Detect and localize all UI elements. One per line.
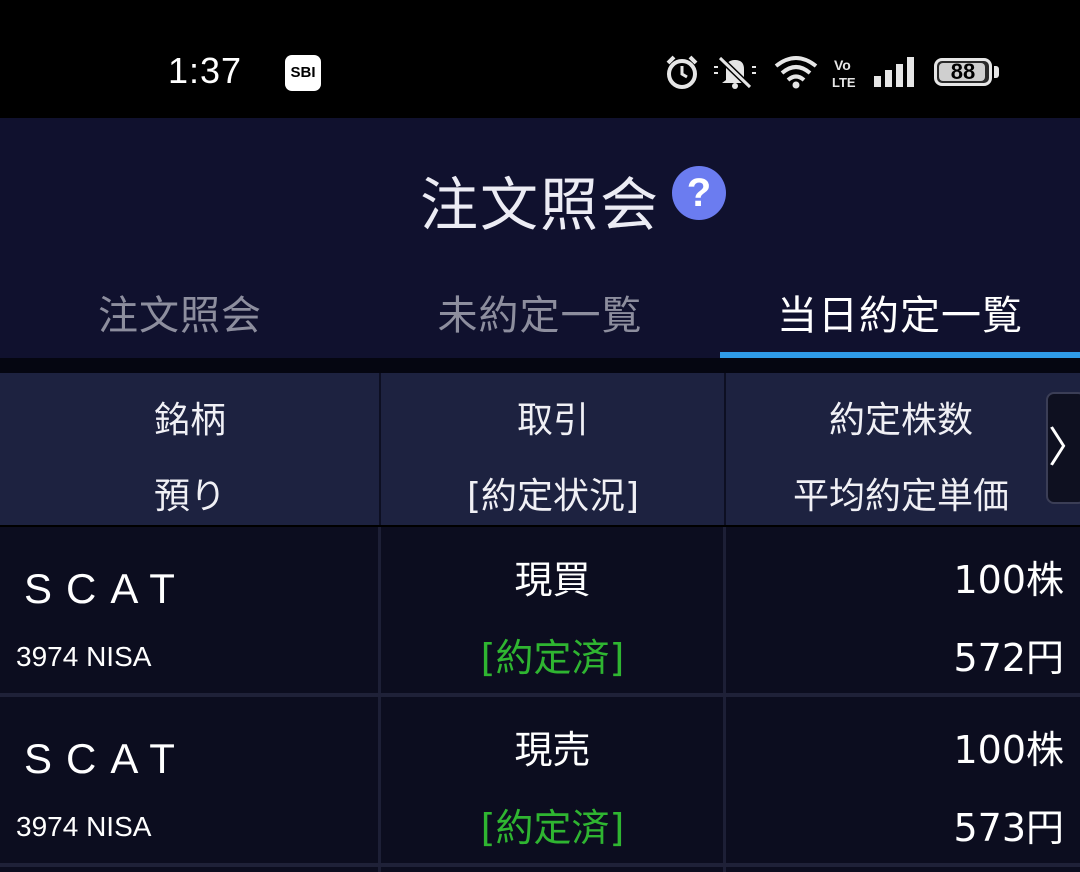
next-columns-button[interactable]: 〉 [1046, 392, 1080, 504]
tab-unexecuted-list[interactable]: 未約定一覧 [360, 278, 720, 358]
column-header-trade: 取引 [約定状況] [381, 373, 725, 525]
table-header: 銘柄 預り 取引 [約定状況] 約定株数 平均約定単価 [0, 373, 1080, 525]
cell-divider [378, 867, 381, 872]
column-header-line1: 銘柄 [153, 400, 226, 441]
column-header-quantity: 約定株数 平均約定単価 [726, 373, 1076, 525]
executed-quantity: 100株 [953, 558, 1064, 602]
column-header-line2: [約定状況] [466, 476, 640, 517]
status-time: 1:37 [168, 50, 243, 91]
table-row[interactable]: SCAT 3974 NISA 現売 [約定済] 100株 573円 [0, 697, 1080, 863]
stock-symbol: SCAT [24, 565, 189, 612]
tab-bar: 注文照会 未約定一覧 当日約定一覧 [0, 278, 1080, 358]
signal-icon [872, 56, 918, 88]
svg-text:LTE: LTE [832, 75, 856, 90]
stock-code-account: 3974 NISA [16, 811, 152, 842]
app-header: 注文照会 ? 注文照会 未約定一覧 当日約定一覧 [0, 118, 1080, 358]
execution-status: [約定済] [480, 806, 625, 850]
tab-order-inquiry[interactable]: 注文照会 [0, 278, 360, 358]
battery-icon: 88 [934, 58, 992, 86]
column-header-symbol: 銘柄 預り [0, 373, 380, 525]
execution-status: [約定済] [480, 636, 625, 680]
section-gap [0, 358, 1080, 373]
table-row-partial [0, 867, 1080, 872]
column-header-line1: 約定株数 [828, 400, 973, 441]
column-header-line1: 取引 [516, 400, 589, 441]
average-price: 573円 [953, 806, 1064, 850]
help-icon[interactable]: ? [672, 166, 726, 220]
stock-symbol: SCAT [24, 735, 189, 782]
cell-divider [723, 527, 726, 693]
sbi-app-badge: SBI [285, 55, 321, 91]
table-row[interactable]: SCAT 3974 NISA 現買 [約定済] 100株 572円 [0, 527, 1080, 693]
trade-type: 現買 [514, 558, 591, 602]
column-header-line2: 預り [153, 476, 226, 517]
executed-quantity: 100株 [953, 728, 1064, 772]
page-title: 注文照会 [420, 171, 661, 239]
battery-nub [994, 66, 999, 78]
average-price: 572円 [953, 636, 1064, 680]
battery-percent: 88 [950, 59, 976, 84]
svg-text:Vo: Vo [834, 57, 851, 73]
column-header-line2: 平均約定単価 [792, 476, 1009, 517]
cell-divider [723, 867, 726, 872]
tab-today-executed-list[interactable]: 当日約定一覧 [720, 278, 1080, 358]
mute-icon [712, 54, 758, 90]
trade-type: 現売 [514, 728, 591, 772]
alarm-icon [664, 54, 700, 90]
volte-icon: Vo LTE [832, 56, 860, 90]
cell-divider [723, 697, 726, 863]
wifi-icon [774, 54, 818, 90]
stock-code-account: 3974 NISA [16, 641, 152, 672]
status-bar: 1:37 SBI Vo LTE 88 [0, 0, 1080, 118]
